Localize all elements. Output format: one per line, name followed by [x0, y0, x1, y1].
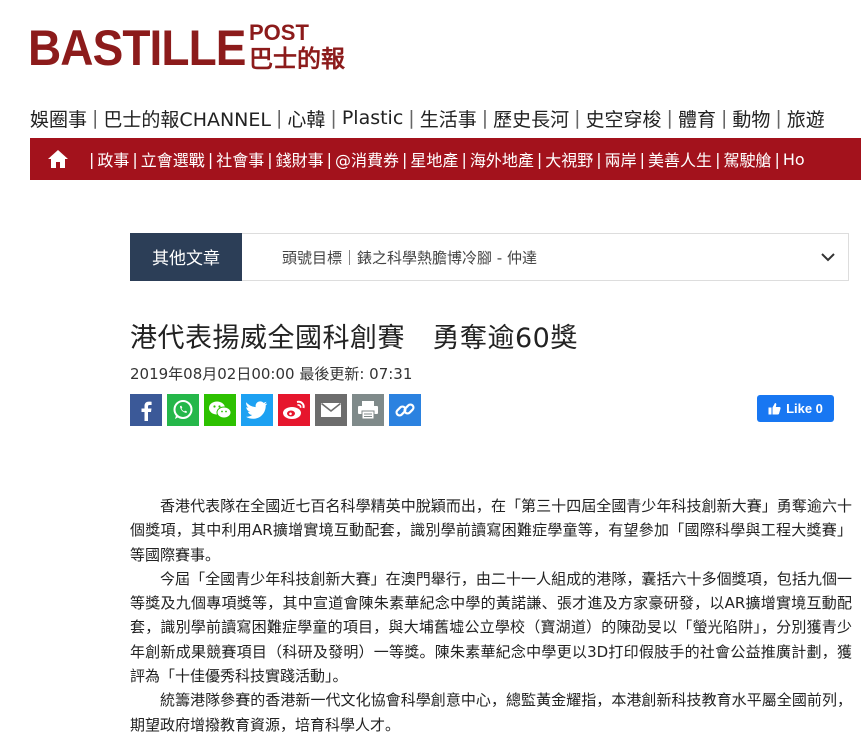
topnav-item-life[interactable]: 生活事: [420, 105, 477, 132]
copy-link-button[interactable]: [389, 394, 421, 426]
logo-chinese-text: 巴士的報: [249, 45, 345, 73]
article-paragraph: 今屆「全國青少年科技創新大賽」在澳門舉行，由二十一人組成的港隊，囊括六十多個獎項…: [130, 569, 852, 686]
topnav-item-travel[interactable]: 旅遊: [787, 105, 825, 132]
topnav-item-sports[interactable]: 體育: [678, 105, 716, 132]
logo-bastille-text: BASTILLE: [28, 20, 246, 76]
rednav-item-election[interactable]: 立會選戰: [141, 147, 205, 171]
home-button[interactable]: [30, 138, 86, 180]
link-icon: [395, 403, 415, 417]
weibo-share-button[interactable]: [278, 394, 310, 426]
top-navigation: 娛圈事 | 巴士的報CHANNEL | 心韓 | Plastic | 生活事 | 歷史長河…: [30, 104, 861, 132]
twitter-share-button[interactable]: [241, 394, 273, 426]
whatsapp-icon: [173, 400, 193, 419]
rednav-item-ho[interactable]: Ho: [783, 150, 805, 169]
like-button-label: Like 0: [786, 401, 823, 416]
rednav-item-property[interactable]: 星地產: [410, 147, 458, 171]
logo-post-text: POST: [249, 20, 309, 45]
wechat-icon: [209, 401, 232, 419]
topnav-item-history[interactable]: 歷史長河: [493, 105, 569, 132]
other-articles-selected[interactable]: 頭號目標｜錶之科學熱膽博冷腳 - 仲達: [282, 247, 808, 268]
email-icon: [321, 402, 341, 417]
home-icon: [48, 150, 68, 168]
topnav-item-entertainment[interactable]: 娛圈事: [30, 105, 87, 132]
article-body: 香港代表隊在全國近七百名科學精英中脫穎而出，在「第三十四屆全國青少年科技創新大賽…: [130, 494, 852, 737]
topnav-item-time-travel[interactable]: 史空穿梭: [586, 105, 662, 132]
facebook-like-button[interactable]: Like 0: [757, 395, 834, 422]
print-icon: [358, 401, 378, 420]
rednav-item-finance[interactable]: 錢財事: [276, 147, 324, 171]
topnav-item-plastic[interactable]: Plastic: [342, 107, 403, 129]
twitter-icon: [246, 401, 267, 419]
facebook-share-button[interactable]: [130, 394, 162, 426]
wechat-share-button[interactable]: [204, 394, 236, 426]
print-button[interactable]: [352, 394, 384, 426]
chevron-down-icon[interactable]: [808, 252, 848, 262]
share-bar: [130, 394, 421, 426]
facebook-icon: [141, 401, 152, 421]
topnav-item-animals[interactable]: 動物: [732, 105, 770, 132]
rednav-item-society[interactable]: 社會事: [216, 147, 264, 171]
rednav-item-overseas-property[interactable]: 海外地產: [470, 147, 534, 171]
rednav-item-good-life[interactable]: 美善人生: [648, 147, 712, 171]
topnav-item-korea[interactable]: 心韓: [287, 105, 325, 132]
rednav-item-politics[interactable]: 政事: [97, 147, 129, 171]
other-articles-dropdown[interactable]: 其他文章 頭號目標｜錶之科學熱膽博冷腳 - 仲達: [130, 232, 849, 281]
weibo-icon: [283, 400, 305, 419]
article-paragraph: 香港代表隊在全國近七百名科學精英中脫穎而出，在「第三十四屆全國青少年科技創新大賽…: [130, 497, 852, 564]
rednav-item-cockpit[interactable]: 駕駛艙: [723, 147, 771, 171]
article-date: 2019年08月02日00:00 最後更新: 07:31: [130, 365, 413, 383]
thumbs-up-icon: [768, 403, 781, 415]
other-articles-label: 其他文章: [130, 232, 242, 281]
topnav-item-channel[interactable]: 巴士的報CHANNEL: [103, 105, 271, 132]
rednav-item-cross-strait[interactable]: 兩岸: [605, 147, 637, 171]
article-title: 港代表揚威全國科創賽 勇奪逾60獎: [130, 323, 578, 354]
email-share-button[interactable]: [315, 394, 347, 426]
rednav-item-voucher[interactable]: @消費券: [335, 147, 399, 171]
whatsapp-share-button[interactable]: [167, 394, 199, 426]
section-navigation: | 政事 | 立會選戰 | 社會事 | 錢財事 | @消費券 | 星地產 | 海外地產 | 大視…: [30, 138, 861, 180]
site-logo[interactable]: BASTILLE POST 巴士的報: [28, 18, 358, 78]
article-paragraph: 統籌港隊參賽的香港新一代文化協會科學創意中心，總監黃金耀指，本港創新科技教育水平…: [130, 691, 852, 734]
rednav-item-vision[interactable]: 大視野: [545, 147, 593, 171]
